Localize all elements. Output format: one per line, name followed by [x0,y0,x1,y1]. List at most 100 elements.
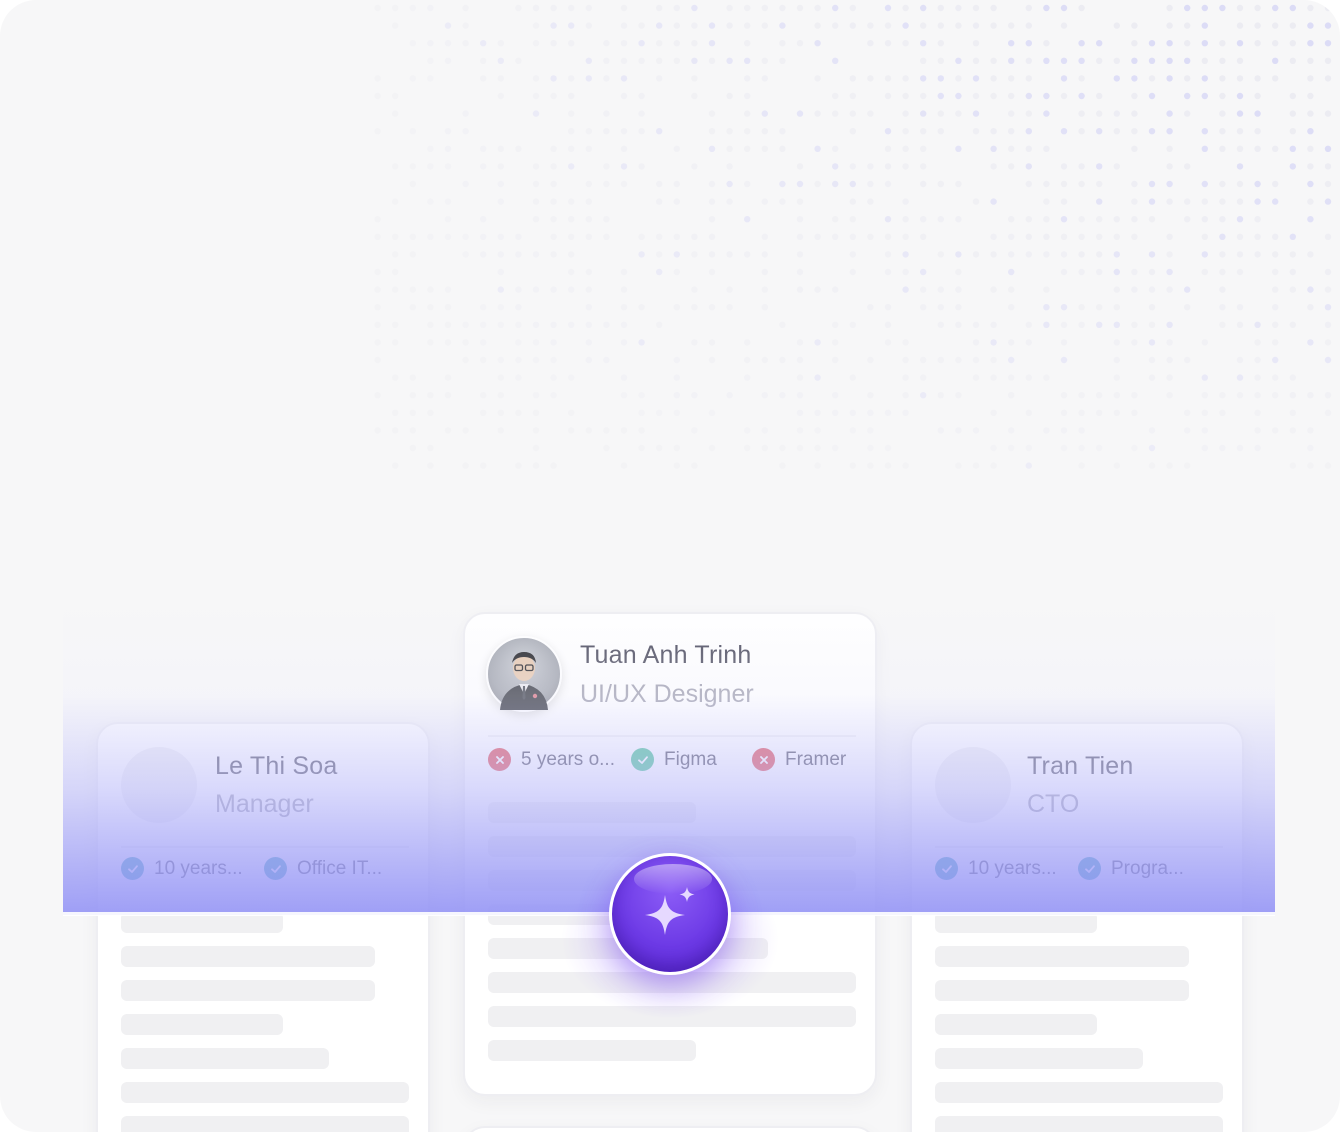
background-dot [726,304,733,311]
background-dot [427,339,434,346]
background-dot [656,233,663,240]
background-dot [1219,180,1226,188]
background-dot [708,409,716,416]
background-dot [1324,286,1332,293]
background-dot [849,251,856,258]
background-dot [884,163,892,170]
background-dot [1289,251,1297,258]
background-dot [955,22,962,29]
background-dot [937,427,944,434]
background-dot [849,180,856,188]
background-dot [550,198,557,205]
background-dot [1096,92,1103,100]
background-dot [1201,92,1209,100]
background-dot [1148,444,1156,452]
background-dot [673,356,680,364]
candidate-card-tran-tien[interactable]: Tran Tien CTO 10 years... Progra... [910,722,1244,1132]
background-dot [1236,110,1244,117]
background-dot [462,251,469,258]
background-dot [1166,22,1173,29]
background-dot [1043,180,1050,188]
background-dot [620,180,628,188]
background-dot [1324,145,1332,152]
background-dot [814,110,821,117]
background-dot [708,339,716,346]
background-dot [708,57,716,64]
background-dot [480,251,487,258]
skeleton-line [121,1014,283,1035]
background-dot [1254,233,1261,240]
candidate-card-le-thi-soa[interactable]: Le Thi Soa Manager 10 years... Office IT… [96,722,430,1132]
background-dot [392,462,399,469]
background-dot [568,251,575,258]
background-dot [497,198,504,205]
background-dot [497,40,504,47]
candidate-role: Manager [215,790,314,818]
background-dot [515,145,522,152]
background-dot [568,75,575,82]
background-dot [708,216,716,223]
background-dot [972,462,980,469]
background-dot [1060,409,1068,416]
background-dot [585,233,592,240]
background-dot [884,233,892,240]
background-dot [814,339,821,346]
background-dot [937,304,944,311]
sparkle-icon [645,887,695,935]
background-dot [920,75,927,82]
background-dot [532,339,540,346]
background-dot [497,409,504,416]
background-dot [532,40,540,47]
background-dot [849,128,856,135]
background-dot [374,4,381,12]
background-dot [1289,92,1297,100]
background-dot [920,40,927,47]
background-dot [1272,286,1279,293]
background-dot [1043,4,1050,12]
background-dot [1166,233,1173,240]
background-dot [1184,409,1191,416]
background-dot [620,163,628,170]
background-dot [1025,374,1033,381]
background-dot [568,198,575,205]
background-dot [1219,444,1226,452]
background-dot [1131,110,1138,117]
background-dot [708,444,716,452]
background-dot [796,444,804,452]
background-dot [884,180,892,188]
background-dot [427,392,434,399]
background-dot [1272,57,1279,64]
background-dot [1043,286,1050,293]
background-dot [603,75,610,82]
background-dot [691,304,698,311]
background-dot [1307,92,1314,100]
background-dot [1201,427,1209,434]
background-dot [673,304,680,311]
background-dot [656,198,663,205]
background-dot [550,233,557,240]
background-dot [849,427,856,434]
background-dot [761,110,768,117]
background-dot [620,339,628,346]
background-dot [1201,216,1209,223]
background-dot [955,180,962,188]
skeleton-line [935,1116,1223,1132]
background-dot [1025,216,1033,223]
background-dot [1236,92,1244,100]
ai-sparkle-button[interactable] [609,853,731,975]
background-dot [409,40,416,47]
background-dot [462,462,469,469]
background-dot [1096,216,1103,223]
background-dot [1184,163,1191,170]
background-dot [1096,251,1103,258]
background-dot [550,216,557,223]
background-dot [1219,145,1226,152]
background-dot [796,163,804,170]
background-dot [814,374,821,381]
background-dot [744,145,751,152]
background-dot [691,286,698,293]
background-dot [955,216,962,223]
background-dot [620,462,628,469]
background-dot [1219,286,1226,293]
background-dot [1201,409,1209,416]
